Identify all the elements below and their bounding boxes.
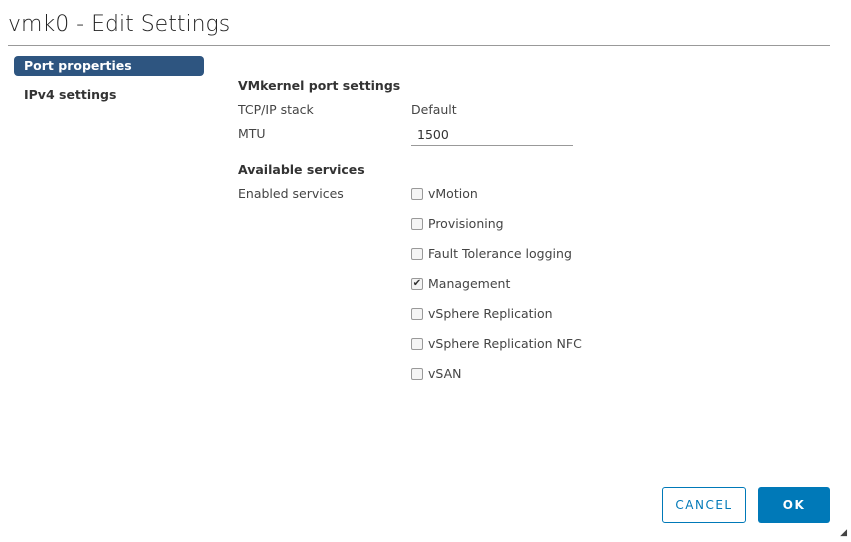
cancel-button[interactable]: CANCEL [662, 487, 746, 523]
service-label: vSphere Replication NFC [428, 336, 582, 351]
checkbox-icon[interactable] [411, 187, 423, 200]
vmkernel-settings-heading: VMkernel port settings [238, 78, 401, 93]
service-checkbox-provisioning[interactable]: Provisioning [411, 216, 504, 231]
checkbox-icon[interactable] [411, 367, 423, 380]
service-label: Management [428, 276, 511, 291]
nav-port-properties[interactable]: Port properties [14, 56, 204, 76]
mtu-label: MTU [238, 126, 266, 141]
enabled-services-label: Enabled services [238, 186, 344, 201]
service-checkbox-vsphere-replication[interactable]: vSphere Replication [411, 306, 553, 321]
mtu-input[interactable] [411, 124, 573, 146]
service-checkbox-vsan[interactable]: vSAN [411, 366, 461, 381]
tcpip-stack-label: TCP/IP stack [238, 102, 314, 117]
nav-ipv4-settings[interactable]: IPv4 settings [14, 85, 204, 105]
service-label: Fault Tolerance logging [428, 246, 572, 261]
service-label: vSphere Replication [428, 306, 553, 321]
service-checkbox-management[interactable]: ✔ Management [411, 276, 510, 291]
checkbox-icon[interactable] [411, 337, 423, 350]
checkbox-icon[interactable] [411, 217, 423, 230]
service-checkbox-vmotion[interactable]: vMotion [411, 186, 478, 201]
available-services-heading: Available services [238, 162, 365, 177]
title-divider [8, 45, 830, 46]
service-checkbox-fault-tolerance-logging[interactable]: Fault Tolerance logging [411, 246, 572, 261]
service-checkbox-vsphere-replication-nfc[interactable]: vSphere Replication NFC [411, 336, 582, 351]
checkbox-checked-icon[interactable]: ✔ [411, 277, 423, 290]
checkbox-icon[interactable] [411, 307, 423, 320]
service-label: vMotion [428, 186, 478, 201]
service-label: vSAN [428, 366, 462, 381]
service-label: Provisioning [428, 216, 504, 231]
dialog-title: vmk0 - Edit Settings [8, 12, 231, 37]
tcpip-stack-value: Default [411, 102, 457, 117]
ok-button[interactable]: OK [758, 487, 830, 523]
resize-grip-icon[interactable]: ◢ [840, 528, 847, 538]
checkbox-icon[interactable] [411, 247, 423, 260]
